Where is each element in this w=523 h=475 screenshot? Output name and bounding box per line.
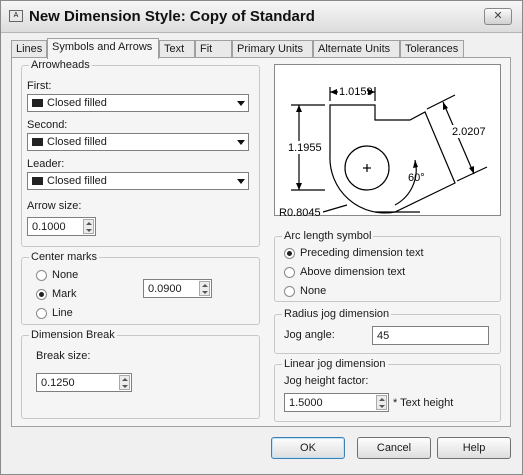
part-outline bbox=[329, 104, 456, 214]
dimension-break-group: Dimension Break Break size: 0.1250 bbox=[21, 329, 260, 419]
dialog-title: New Dimension Style: Copy of Standard bbox=[29, 8, 315, 25]
spinner-buttons[interactable] bbox=[376, 395, 387, 410]
jog-height-value: 1.5000 bbox=[289, 397, 323, 409]
break-size-spinner[interactable]: 0.1250 bbox=[36, 373, 132, 392]
linear-jog-group: Linear jog dimension Jog height factor: … bbox=[274, 358, 501, 422]
help-button[interactable]: Help bbox=[437, 437, 511, 459]
radius-jog-group: Radius jog dimension Jog angle: 45 bbox=[274, 308, 501, 354]
center-mark-line-radio[interactable]: Line bbox=[36, 307, 116, 321]
leader-arrowhead-select[interactable]: Closed filled bbox=[27, 172, 249, 190]
spin-up-icon bbox=[202, 284, 208, 287]
spin-down-icon bbox=[86, 229, 92, 232]
center-mark-none-label: None bbox=[52, 269, 79, 281]
dim-left-text: 1.1955 bbox=[288, 142, 322, 154]
spin-down-icon bbox=[202, 291, 208, 294]
dimension-break-group-title: Dimension Break bbox=[29, 329, 117, 341]
radio-icon bbox=[284, 267, 295, 278]
symbols-and-arrows-page: Arrowheads First: Closed filled Second: … bbox=[11, 57, 511, 427]
dimension-preview: 1.0159 1.1955 2.0207 60° R0.8045 bbox=[274, 64, 501, 219]
closed-filled-arrow-icon bbox=[32, 177, 43, 185]
arc-none-label: None bbox=[300, 285, 327, 297]
jog-angle-label: Jog angle: bbox=[284, 329, 335, 341]
radio-icon bbox=[36, 308, 47, 319]
preview-drawing: 1.0159 1.1955 2.0207 60° R0.8045 bbox=[279, 85, 488, 219]
spin-down-icon bbox=[122, 385, 128, 388]
dim-right-text: 2.0207 bbox=[452, 126, 486, 138]
center-mark-size-spinner[interactable]: 0.0900 bbox=[143, 279, 212, 298]
arc-length-group: Arc length symbol Preceding dimension te… bbox=[274, 230, 501, 302]
break-size-label: Break size: bbox=[36, 350, 91, 362]
dropdown-arrow-icon bbox=[237, 101, 245, 106]
tab-lines[interactable]: Lines bbox=[11, 40, 47, 58]
second-arrowhead-select[interactable]: Closed filled bbox=[27, 133, 249, 151]
center-mark-mark-radio[interactable]: Mark bbox=[36, 288, 116, 302]
leader-arrow-label: Leader: bbox=[27, 158, 65, 170]
center-mark-mark-label: Mark bbox=[52, 288, 77, 300]
center-marks-group-title: Center marks bbox=[29, 251, 100, 263]
radio-selected-icon bbox=[36, 289, 47, 300]
radius-jog-group-title: Radius jog dimension bbox=[282, 308, 392, 320]
jog-angle-value: 45 bbox=[377, 330, 390, 342]
first-arrowhead-select[interactable]: Closed filled bbox=[27, 94, 249, 112]
radio-icon bbox=[36, 270, 47, 281]
center-mark-none-radio[interactable]: None bbox=[36, 269, 116, 283]
arc-preceding-radio[interactable]: Preceding dimension text bbox=[284, 247, 474, 261]
cancel-button[interactable]: Cancel bbox=[357, 437, 431, 459]
close-button[interactable]: ✕ bbox=[484, 8, 512, 25]
dim-top-text: 1.0159 bbox=[339, 86, 373, 98]
linear-jog-group-title: Linear jog dimension bbox=[282, 358, 388, 370]
spin-up-icon bbox=[86, 222, 92, 225]
jog-height-label: Jog height factor: bbox=[284, 375, 369, 387]
jog-angle-input[interactable]: 45 bbox=[372, 326, 489, 345]
arc-above-label: Above dimension text bbox=[300, 266, 406, 278]
break-size-value: 0.1250 bbox=[41, 377, 75, 389]
app-icon: A bbox=[9, 10, 23, 22]
arc-length-group-title: Arc length symbol bbox=[282, 230, 374, 242]
radius-leader bbox=[322, 204, 348, 213]
arc-none-radio[interactable]: None bbox=[284, 285, 474, 299]
tab-alternate-units[interactable]: Alternate Units bbox=[313, 40, 400, 58]
title-bar: A New Dimension Style: Copy of Standard … bbox=[1, 1, 522, 33]
center-mark-size-value: 0.0900 bbox=[148, 283, 182, 295]
spinner-buttons[interactable] bbox=[199, 281, 210, 296]
first-arrowhead-value: Closed filled bbox=[47, 97, 107, 109]
closed-filled-arrow-icon bbox=[32, 138, 43, 146]
dropdown-arrow-icon bbox=[237, 179, 245, 184]
arrowheads-group-title: Arrowheads bbox=[29, 59, 92, 71]
arrow-size-spinner[interactable]: 0.1000 bbox=[27, 217, 96, 236]
leader-arrowhead-value: Closed filled bbox=[47, 175, 107, 187]
dropdown-arrow-icon bbox=[237, 140, 245, 145]
arrowheads-group: Arrowheads First: Closed filled Second: … bbox=[21, 59, 260, 247]
tab-primary-units[interactable]: Primary Units bbox=[232, 40, 313, 58]
first-arrow-label: First: bbox=[27, 80, 52, 92]
spinner-buttons[interactable] bbox=[119, 375, 130, 390]
tab-tolerances[interactable]: Tolerances bbox=[400, 40, 464, 58]
closed-filled-arrow-icon bbox=[32, 99, 43, 107]
spinner-buttons[interactable] bbox=[83, 219, 94, 234]
ok-button[interactable]: OK bbox=[271, 437, 345, 459]
arc-preceding-label: Preceding dimension text bbox=[300, 247, 424, 259]
spin-down-icon bbox=[379, 405, 385, 408]
arrow-size-value: 0.1000 bbox=[32, 221, 66, 233]
second-arrow-label: Second: bbox=[27, 119, 68, 131]
tab-text[interactable]: Text bbox=[159, 40, 195, 58]
second-arrowhead-value: Closed filled bbox=[47, 136, 107, 148]
dialog-window: A New Dimension Style: Copy of Standard … bbox=[0, 0, 523, 475]
arrow-size-label: Arrow size: bbox=[27, 200, 82, 212]
center-marks-group: Center marks None Mark Line 0.0900 bbox=[21, 251, 260, 325]
spin-up-icon bbox=[379, 398, 385, 401]
angle-text: 60° bbox=[408, 172, 425, 184]
radius-text: R0.8045 bbox=[279, 207, 321, 217]
tab-fit[interactable]: Fit bbox=[195, 40, 232, 58]
arc-above-radio[interactable]: Above dimension text bbox=[284, 266, 474, 280]
center-mark-line-label: Line bbox=[52, 307, 73, 319]
spin-up-icon bbox=[122, 378, 128, 381]
tab-symbols-and-arrows[interactable]: Symbols and Arrows bbox=[47, 38, 159, 59]
jog-height-spinner[interactable]: 1.5000 bbox=[284, 393, 389, 412]
radio-icon bbox=[284, 286, 295, 297]
jog-height-suffix: * Text height bbox=[393, 397, 454, 409]
radio-selected-icon bbox=[284, 248, 295, 259]
